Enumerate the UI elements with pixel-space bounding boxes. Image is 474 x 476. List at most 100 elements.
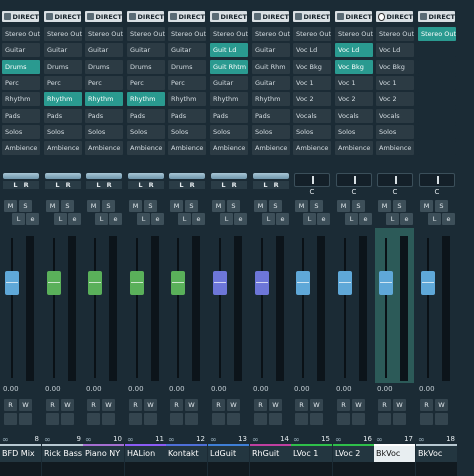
volume-fader-handle[interactable] [171, 271, 185, 295]
routing-slot[interactable]: Stereo Out [210, 27, 248, 41]
routing-slot[interactable]: Vocals [335, 109, 373, 123]
direct-routing-toggle[interactable]: DIRECT [85, 11, 122, 22]
volume-fader-handle[interactable] [213, 271, 227, 295]
routing-slot[interactable]: Ambience [127, 141, 165, 155]
insert-state-button[interactable] [378, 413, 391, 425]
routing-slot[interactable]: Ambience [2, 141, 40, 155]
read-automation-button[interactable]: R [170, 399, 183, 411]
routing-slot[interactable]: Voc Bkg [376, 60, 414, 74]
send-state-button[interactable] [393, 413, 406, 425]
routing-slot[interactable]: Ambience [293, 141, 331, 155]
routing-slot[interactable]: Guitar [2, 43, 40, 57]
routing-slot[interactable]: Stereo Out [168, 27, 206, 41]
direct-routing-toggle[interactable]: DIRECT [252, 11, 289, 22]
solo-button[interactable]: S [352, 200, 365, 212]
write-automation-button[interactable]: W [310, 399, 323, 411]
solo-button[interactable]: S [61, 200, 74, 212]
routing-slot[interactable]: Drums [127, 60, 165, 74]
solo-button[interactable]: S [19, 200, 32, 212]
link-icon[interactable]: ∞ [376, 435, 383, 444]
channel-name[interactable]: HALion [125, 446, 166, 462]
listen-button[interactable]: L [178, 213, 191, 225]
volume-fader-handle[interactable] [296, 271, 310, 295]
routing-slot[interactable]: Solos [168, 125, 206, 139]
routing-slot[interactable]: Pads [168, 109, 206, 123]
listen-button[interactable]: L [262, 213, 275, 225]
listen-button[interactable]: L [137, 213, 150, 225]
volume-readout[interactable]: 0.00 [169, 385, 185, 393]
pan-control[interactable]: LR [211, 173, 247, 189]
routing-slot[interactable] [418, 109, 456, 123]
pan-control[interactable]: LR [45, 173, 81, 189]
send-state-button[interactable] [352, 413, 365, 425]
routing-slot[interactable]: Pads [2, 109, 40, 123]
read-automation-button[interactable]: R [295, 399, 308, 411]
volume-fader-handle[interactable] [255, 271, 269, 295]
write-automation-button[interactable]: W [227, 399, 240, 411]
pan-control[interactable]: C [377, 173, 413, 196]
send-state-button[interactable] [269, 413, 282, 425]
volume-fader-handle[interactable] [47, 271, 61, 295]
write-automation-button[interactable]: W [61, 399, 74, 411]
solo-button[interactable]: S [144, 200, 157, 212]
volume-fader-handle[interactable] [5, 271, 19, 295]
direct-routing-toggle[interactable]: DIRECT [127, 11, 164, 22]
volume-fader-handle[interactable] [421, 271, 435, 295]
send-state-button[interactable] [310, 413, 323, 425]
link-icon[interactable]: ∞ [210, 435, 217, 444]
routing-slot[interactable]: Voc Ld [376, 43, 414, 57]
listen-button[interactable]: L [12, 213, 25, 225]
routing-slot[interactable]: Guit Rhm [252, 60, 290, 74]
routing-slot[interactable]: Ambience [335, 141, 373, 155]
link-icon[interactable]: ∞ [2, 435, 9, 444]
volume-readout[interactable]: 0.00 [336, 385, 352, 393]
insert-state-button[interactable] [170, 413, 183, 425]
routing-slot[interactable]: Guit Ld [210, 43, 248, 57]
edit-button[interactable]: e [234, 213, 247, 225]
routing-slot[interactable] [418, 60, 456, 74]
routing-slot[interactable]: Perc [168, 76, 206, 90]
edit-button[interactable]: e [68, 213, 81, 225]
channel-name[interactable]: BkVoc [374, 446, 415, 462]
insert-state-button[interactable] [212, 413, 225, 425]
channel-name[interactable]: Rick Bass [42, 446, 83, 462]
routing-slot[interactable]: Vocals [293, 109, 331, 123]
channel-name[interactable]: BFD Mix [0, 446, 41, 462]
edit-button[interactable]: e [151, 213, 164, 225]
direct-routing-toggle[interactable]: DIRECT [2, 11, 39, 22]
pan-control[interactable]: LR [253, 173, 289, 189]
routing-slot[interactable]: Ambience [44, 141, 82, 155]
pan-control[interactable]: C [294, 173, 330, 196]
routing-slot[interactable]: Stereo Out [376, 27, 414, 41]
solo-button[interactable]: S [102, 200, 115, 212]
channel-name[interactable]: Piano NY [83, 446, 124, 462]
insert-state-button[interactable] [46, 413, 59, 425]
channel-name[interactable]: LVoc 2 [333, 446, 374, 462]
volume-readout[interactable]: 0.00 [419, 385, 435, 393]
routing-slot[interactable]: Voc 1 [376, 76, 414, 90]
link-icon[interactable]: ∞ [418, 435, 425, 444]
routing-slot[interactable]: Voc 2 [376, 92, 414, 106]
send-state-button[interactable] [19, 413, 32, 425]
mute-button[interactable]: M [46, 200, 59, 212]
write-automation-button[interactable]: W [269, 399, 282, 411]
link-icon[interactable]: ∞ [44, 435, 51, 444]
solo-button[interactable]: S [310, 200, 323, 212]
solo-button[interactable]: S [269, 200, 282, 212]
edit-button[interactable]: e [317, 213, 330, 225]
routing-slot[interactable]: Guitar [168, 43, 206, 57]
read-automation-button[interactable]: R [337, 399, 350, 411]
routing-slot[interactable]: Pads [85, 109, 123, 123]
routing-slot[interactable]: Guitar [252, 76, 290, 90]
link-icon[interactable]: ∞ [335, 435, 342, 444]
read-automation-button[interactable]: R [378, 399, 391, 411]
edit-button[interactable]: e [442, 213, 455, 225]
routing-slot[interactable]: Solos [335, 125, 373, 139]
routing-slot[interactable]: Perc [44, 76, 82, 90]
volume-readout[interactable]: 0.00 [86, 385, 102, 393]
direct-routing-toggle[interactable]: DIRECT [168, 11, 205, 22]
routing-slot[interactable]: Ambience [252, 141, 290, 155]
listen-button[interactable]: L [54, 213, 67, 225]
pan-control[interactable]: LR [169, 173, 205, 189]
write-automation-button[interactable]: W [185, 399, 198, 411]
